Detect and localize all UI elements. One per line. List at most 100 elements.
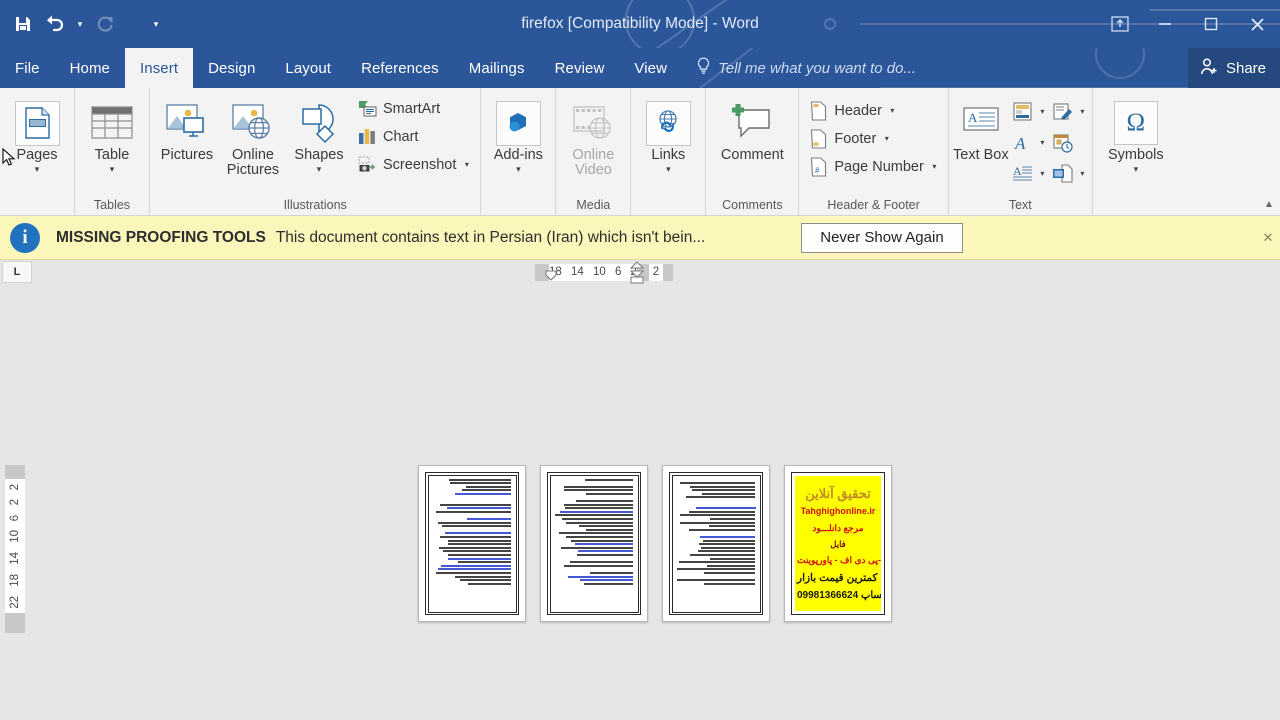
vruler-num-2: 6 xyxy=(9,514,21,521)
tab-references[interactable]: References xyxy=(346,48,454,88)
page-number-button[interactable]: # Page Number ▾ xyxy=(803,154,943,179)
date-time-icon[interactable] xyxy=(1049,129,1076,156)
pictures-button[interactable]: Pictures xyxy=(154,94,220,163)
footer-button[interactable]: Footer ▾ xyxy=(803,126,943,151)
page-text-line xyxy=(442,550,512,553)
links-button[interactable]: Links ▾ xyxy=(635,94,701,174)
object-icon[interactable] xyxy=(1049,160,1076,187)
horizontal-ruler-scale[interactable]: 18 14 10 6 2 2 xyxy=(535,263,673,281)
never-show-again-button[interactable]: Never Show Again xyxy=(801,222,963,253)
page-text-line xyxy=(468,582,512,585)
tab-mailings[interactable]: Mailings xyxy=(454,48,540,88)
vertical-ruler[interactable]: 2 2 6 10 14 18 22 xyxy=(4,465,26,633)
page-text-line xyxy=(445,532,512,535)
screenshot-button[interactable]: Screenshot ▾ xyxy=(352,152,476,177)
text-icon-grid: ▾ ▾ A ▾ A ▾ ▾ xyxy=(1009,94,1088,188)
ribbon-collapse-icon[interactable]: ▲ xyxy=(1262,197,1276,211)
ribbon-group-header-footer: Header ▾ Footer ▾ # Page Number ▾ Header… xyxy=(799,88,949,215)
page-text-line xyxy=(590,571,634,574)
page-line-gap xyxy=(433,529,512,531)
wordart-icon[interactable]: A xyxy=(1009,129,1036,156)
pages-label: Pages xyxy=(16,147,58,163)
omega-glyph: Ω xyxy=(1126,109,1146,136)
window-controls[interactable] xyxy=(1098,0,1280,48)
footer-label: Footer xyxy=(834,130,877,147)
page-number-caret-icon[interactable]: ▾ xyxy=(929,162,940,171)
page-text-line xyxy=(446,507,512,510)
page-text-line xyxy=(583,582,634,585)
add-ins-button[interactable]: Add-ins ▾ xyxy=(485,94,551,174)
quick-parts-icon[interactable] xyxy=(1009,98,1036,125)
page-thumbnail-3[interactable] xyxy=(662,465,770,622)
table-caret-icon[interactable]: ▾ xyxy=(110,164,115,174)
ribbon-group-tables: Table ▾ Tables xyxy=(75,88,150,215)
page-number-label: Page Number xyxy=(834,158,924,175)
text-box-button[interactable]: A Text Box xyxy=(953,94,1009,163)
minimize-icon[interactable] xyxy=(1142,0,1188,48)
group-label-symbols xyxy=(1097,197,1175,215)
chart-label: Chart xyxy=(383,128,419,145)
page-text-line xyxy=(700,536,756,538)
drop-cap-icon[interactable]: A xyxy=(1009,160,1036,187)
add-ins-caret-icon[interactable]: ▾ xyxy=(516,164,521,174)
close-icon[interactable] xyxy=(1234,0,1280,48)
object-caret-icon[interactable]: ▾ xyxy=(1077,169,1088,178)
tab-review[interactable]: Review xyxy=(540,48,620,88)
restore-icon[interactable] xyxy=(1188,0,1234,48)
smartart-button[interactable]: SmartArt xyxy=(352,96,476,121)
horizontal-ruler[interactable]: L 18 14 10 6 2 2 xyxy=(0,260,1280,284)
header-button[interactable]: Header ▾ xyxy=(803,98,943,123)
window-title: firefox [Compatibility Mode] - Word xyxy=(521,15,759,32)
share-button[interactable]: Share xyxy=(1187,48,1280,88)
header-caret-icon[interactable]: ▾ xyxy=(887,106,898,115)
quick-parts-caret-icon[interactable]: ▾ xyxy=(1037,107,1048,116)
page-text-line xyxy=(579,579,634,582)
online-pictures-button[interactable]: Online Pictures xyxy=(220,94,286,178)
page-text-line xyxy=(689,485,756,488)
tell-me-box[interactable]: Tell me what you want to do... xyxy=(682,48,930,88)
wordart-caret-icon[interactable]: ▾ xyxy=(1037,138,1048,147)
tab-layout[interactable]: Layout xyxy=(270,48,346,88)
signature-line-caret-icon[interactable]: ▾ xyxy=(1077,107,1088,116)
ad-logo-text: تحقیق آنلاین xyxy=(805,485,871,501)
ribbon-tab-strip[interactable]: File Home Insert Design Layout Reference… xyxy=(0,48,1280,88)
ribbon-display-options-icon[interactable] xyxy=(1098,0,1142,48)
notification-close-icon[interactable]: ✕ xyxy=(1259,229,1277,247)
online-video-icon xyxy=(570,98,616,148)
comment-button[interactable]: Comment xyxy=(710,94,794,163)
svg-text:A: A xyxy=(1013,164,1022,178)
ad-line4-text: با کمترین قیمت بازار xyxy=(797,571,881,584)
table-button[interactable]: Table ▾ xyxy=(79,94,145,174)
shapes-button[interactable]: Shapes ▾ xyxy=(286,94,352,174)
tab-stop-selector[interactable]: L xyxy=(2,261,32,283)
tab-insert[interactable]: Insert xyxy=(125,48,194,88)
ad-url-text: Tahghighonline.ir xyxy=(800,506,876,516)
pictures-label: Pictures xyxy=(160,147,214,163)
page-thumbnail-4-advertisement[interactable]: تحقیق آنلاین Tahghighonline.ir مرجع دانل… xyxy=(784,465,892,622)
page-text-line xyxy=(677,568,756,571)
chart-button[interactable]: Chart xyxy=(352,124,476,149)
page-text-line xyxy=(440,536,512,538)
signature-line-icon[interactable] xyxy=(1049,98,1076,125)
online-pictures-label: Online Pictures xyxy=(226,147,280,178)
tab-home[interactable]: Home xyxy=(55,48,125,88)
comment-icon xyxy=(727,98,777,148)
add-ins-icon xyxy=(495,98,541,148)
page-text-line xyxy=(689,553,756,556)
page-thumbnail-strip[interactable]: تحقیق آنلاین Tahghighonline.ir مرجع دانل… xyxy=(418,465,892,622)
links-caret-icon[interactable]: ▾ xyxy=(666,164,671,174)
tab-design[interactable]: Design xyxy=(193,48,270,88)
pages-caret-icon[interactable]: ▾ xyxy=(35,164,40,174)
shapes-caret-icon[interactable]: ▾ xyxy=(317,164,322,174)
page-text-line xyxy=(578,550,634,553)
page-thumbnail-2[interactable] xyxy=(540,465,648,622)
drop-cap-caret-icon[interactable]: ▾ xyxy=(1037,169,1048,178)
footer-caret-icon[interactable]: ▾ xyxy=(881,134,892,143)
page-text-line xyxy=(435,571,512,574)
tab-view[interactable]: View xyxy=(619,48,682,88)
screenshot-caret-icon[interactable]: ▾ xyxy=(461,160,472,169)
symbols-button[interactable]: Ω Symbols ▾ xyxy=(1097,94,1175,174)
symbols-caret-icon[interactable]: ▾ xyxy=(1134,164,1139,174)
tab-file[interactable]: File xyxy=(0,48,55,88)
page-thumbnail-1[interactable] xyxy=(418,465,526,622)
